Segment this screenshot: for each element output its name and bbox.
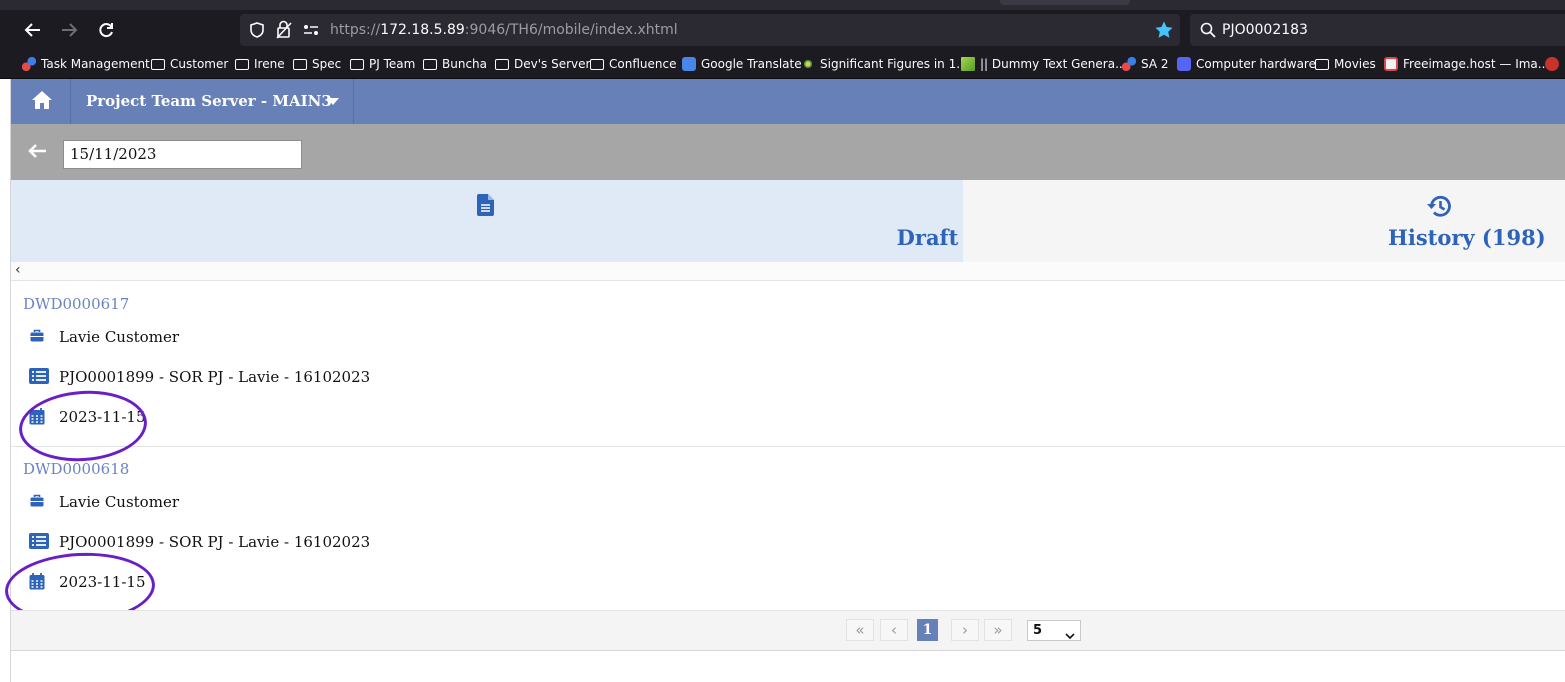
freeimage-icon [1384, 57, 1398, 71]
history-icon [1425, 194, 1453, 222]
next-page-button[interactable]: › [951, 619, 979, 641]
list-item[interactable]: DWD0000618 Lavie Customer PJO0001899 - S… [11, 446, 1565, 612]
chevron-left-icon[interactable]: ‹ [15, 262, 21, 278]
page-size-value: 5 [1033, 623, 1043, 638]
back-arrow-icon[interactable] [27, 142, 47, 164]
reload-button[interactable] [94, 18, 118, 42]
item-code[interactable]: DWD0000618 [23, 460, 129, 478]
tab-hint[interactable] [1000, 0, 1130, 5]
home-icon [32, 91, 52, 109]
customer-name: Lavie Customer [59, 493, 179, 511]
page-size-select[interactable]: 5 [1027, 620, 1081, 641]
bookmark-task-management[interactable]: Task Management [22, 50, 150, 78]
document-icon [477, 194, 495, 220]
prev-page-button[interactable]: ‹ [880, 619, 908, 641]
bookmark-pj-team[interactable]: PJ Team [350, 50, 415, 78]
date-input[interactable]: 15/11/2023 [63, 140, 302, 169]
project-selector[interactable]: Project Team Server - MAIN3 [71, 79, 354, 124]
sigfig-icon [801, 57, 815, 71]
bookmark-significant-figures[interactable]: Significant Figures in 1... [801, 50, 968, 78]
customer-name: Lavie Customer [59, 328, 179, 346]
forward-button[interactable] [57, 18, 81, 42]
lock-icon[interactable] [275, 14, 293, 46]
bookmark-customer[interactable]: Customer [151, 50, 228, 78]
bookmark-star-icon[interactable] [1154, 20, 1174, 44]
bookmark-dummy-text[interactable]: || Dummy Text Genera... [961, 50, 1127, 78]
back-arrow-icon [24, 23, 40, 37]
app-icon [22, 57, 36, 71]
last-page-button[interactable]: » [984, 619, 1012, 641]
translate-icon [682, 57, 696, 71]
bookmark-irene[interactable]: Irene [235, 50, 285, 78]
folder-icon [350, 59, 364, 70]
bookmark-movies[interactable]: Movies [1315, 50, 1376, 78]
item-code[interactable]: DWD0000617 [23, 295, 129, 313]
list-item[interactable]: DWD0000617 Lavie Customer PJO0001899 - S… [11, 281, 1565, 447]
date-bar: 15/11/2023 [11, 124, 1565, 180]
folder-icon [423, 59, 437, 70]
url-bar[interactable]: https://172.18.5.89:9046/TH6/mobile/inde… [240, 14, 1180, 46]
bookmark-devs-server[interactable]: Dev's Server [495, 50, 590, 78]
tab-history[interactable]: History (198) [963, 180, 1565, 262]
bookmark-confluence[interactable]: Confluence [590, 50, 676, 78]
project-title: Project Team Server - MAIN3 [86, 92, 332, 110]
tab-history-label: History (198) [1388, 225, 1546, 250]
first-page-button[interactable]: « [846, 619, 874, 641]
forward-arrow-icon [62, 23, 78, 37]
tab-bar: Draft (464) History (198) [11, 180, 1565, 262]
caret-down-icon [327, 98, 339, 105]
chevron-down-icon [1065, 627, 1075, 646]
shield-icon[interactable] [249, 14, 265, 46]
app-icon [1122, 57, 1136, 71]
folder-icon [590, 59, 604, 70]
reload-icon [99, 23, 113, 38]
bookmark-freeimage[interactable]: Freeimage.host — Ima... [1384, 50, 1549, 78]
order-text: PJO0001899 - SOR PJ - Lavie - 16102023 [59, 368, 371, 386]
url-text[interactable]: https://172.18.5.89:9046/TH6/mobile/inde… [330, 14, 678, 46]
tab-draft[interactable]: Draft (464) [11, 180, 1029, 262]
dummy-icon [961, 57, 975, 71]
back-button[interactable] [21, 18, 45, 42]
hardware-icon [1177, 57, 1191, 71]
briefcase-icon [29, 493, 45, 513]
folder-icon [495, 59, 509, 70]
search-text: PJO0002183 [1222, 22, 1308, 38]
order-text: PJO0001899 - SOR PJ - Lavie - 16102023 [59, 533, 371, 551]
bookmark-computer-hardware[interactable]: Computer hardware [1177, 50, 1316, 78]
paginator: « ‹ 1 › » 5 [11, 610, 1565, 651]
page-number-current[interactable]: 1 [917, 619, 938, 641]
app-header: Project Team Server - MAIN3 [11, 79, 1565, 124]
bookmark-overflow[interactable] [1545, 50, 1564, 78]
bookmark-sa2[interactable]: SA 2 [1122, 50, 1169, 78]
briefcase-icon [29, 328, 45, 348]
folder-icon [1315, 59, 1329, 70]
bookmark-spec[interactable]: Spec [293, 50, 341, 78]
search-icon [1200, 22, 1216, 42]
home-button[interactable] [11, 79, 71, 124]
bookmark-google-translate[interactable]: Google Translate [682, 50, 802, 78]
bookmark-buncha[interactable]: Buncha [423, 50, 487, 78]
folder-icon [235, 59, 249, 70]
folder-icon [293, 59, 307, 70]
folder-icon [151, 59, 165, 70]
list-icon [29, 533, 49, 553]
overflow-icon [1545, 57, 1559, 71]
search-box[interactable]: PJO0002183 [1190, 14, 1565, 46]
tab-scroll-indicator[interactable]: ‹ [11, 262, 1565, 281]
tab-strip [0, 0, 1565, 10]
list-icon [29, 368, 49, 388]
app-container: Project Team Server - MAIN3 15/11/2023 D… [3, 79, 1565, 682]
bookmarks-toolbar: Task Management Customer Irene Spec PJ T… [0, 50, 1565, 79]
permissions-icon[interactable] [302, 14, 320, 46]
browser-navbar: https://172.18.5.89:9046/TH6/mobile/inde… [0, 10, 1565, 50]
